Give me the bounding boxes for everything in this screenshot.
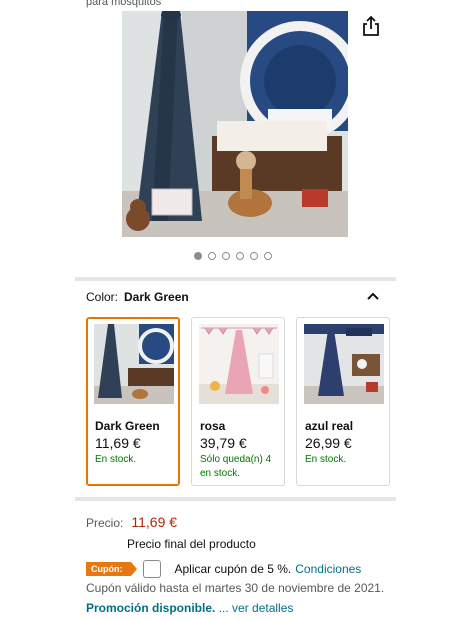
promo-row: Promoción disponible. ... ver detalles [86,601,293,615]
swatch-image [199,324,279,404]
color-swatches: Dark Green 11,69 € En stock. rosa 39,79 … [86,317,390,486]
pagination-dot[interactable] [222,252,230,260]
pagination-dot[interactable] [236,252,244,260]
price-value: 11,69 € [131,514,178,530]
pagination-dot[interactable] [264,252,272,260]
color-label: Color: [86,290,119,304]
coupon-badge: Cupón: [86,562,136,576]
swatch-rosa[interactable]: rosa 39,79 € Sólo queda(n) 4 en stock. [191,317,285,486]
swatch-price: 26,99 € [305,435,352,451]
swatch-stock: Sólo queda(n) 4 en stock. [200,454,272,479]
pagination-dot[interactable] [194,252,202,260]
swatch-name: azul real [305,419,354,433]
swatch-image [94,324,174,404]
coupon-text: Aplicar cupón de 5 %. [174,562,292,576]
swatch-name: rosa [200,419,226,433]
promo-link[interactable]: Promoción disponible. [86,601,215,615]
color-selected-value: Dark Green [124,290,189,304]
price-label: Precio: [86,516,124,530]
final-price-note: Precio final del producto [127,537,256,551]
section-divider [75,497,396,501]
swatch-image [304,324,384,404]
promo-details-link[interactable]: ... ver detalles [219,601,294,615]
swatch-azul-real[interactable]: azul real 26,99 € En stock. [296,317,390,486]
swatch-stock: En stock. [95,454,137,465]
image-pagination[interactable] [194,252,272,260]
swatch-name: Dark Green [95,419,160,433]
section-divider [75,277,396,281]
pagination-dot[interactable] [250,252,258,260]
color-selector-header[interactable]: Color: Dark Green [86,290,189,304]
chevron-up-icon[interactable] [366,289,380,303]
coupon-validity: Cupón válido hasta el martes 30 de novie… [86,581,385,595]
swatch-dark-green[interactable]: Dark Green 11,69 € En stock. [86,317,180,486]
coupon-row: Cupón: Aplicar cupón de 5 %. Condiciones [86,559,361,579]
coupon-conditions-link[interactable]: Condiciones [295,562,361,576]
price-row: Precio: 11,69 € [86,514,177,530]
swatch-stock: En stock. [305,454,347,465]
swatch-price: 39,79 € [200,435,247,451]
product-caption: para mosquitos [86,0,162,8]
pagination-dot[interactable] [208,252,216,260]
product-main-image[interactable] [122,11,348,237]
share-icon[interactable] [360,15,382,37]
swatch-price: 11,69 € [95,435,141,451]
coupon-checkbox[interactable] [142,560,161,578]
